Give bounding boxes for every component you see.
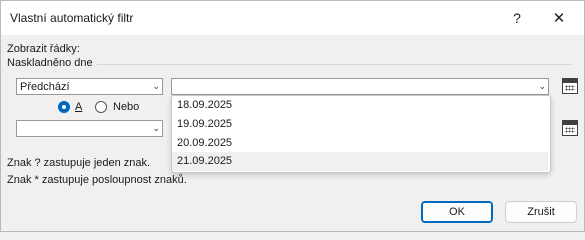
field-name-label: Naskladněno dne [7,57,93,69]
and-label[interactable]: A [75,101,82,113]
group-divider [97,64,571,65]
calendar-icon[interactable] [562,120,578,136]
list-item[interactable]: 18.09.2025 [172,96,548,115]
hint-multi-char: Znak * zastupuje posloupnost znaků. [7,174,187,186]
show-rows-label: Zobrazit řádky: [7,43,80,55]
value1-combobox[interactable]: ⌄ [171,78,549,95]
calendar-icon[interactable] [562,78,578,94]
operator2-select[interactable]: ⌄ [16,120,163,137]
or-radio[interactable] [95,101,107,113]
list-item[interactable]: 19.09.2025 [172,115,548,134]
help-button[interactable]: ? [497,3,537,33]
value1-dropdown-list: 18.09.2025 19.09.2025 20.09.2025 21.09.2… [171,95,551,173]
cancel-button[interactable]: Zrušit [505,201,577,223]
title-bar: Vlastní automatický filtr ? ✕ [1,1,584,35]
operator1-value: Předchází [20,81,70,93]
custom-autofilter-dialog: Vlastní automatický filtr ? ✕ Zobrazit ř… [0,0,585,232]
operator1-select[interactable]: Předchází ⌄ [16,78,163,95]
list-item[interactable]: 20.09.2025 [172,134,548,153]
chevron-down-icon[interactable]: ⌄ [538,81,546,92]
chevron-down-icon: ⌄ [152,123,160,133]
ok-button[interactable]: OK [421,201,493,223]
chevron-down-icon: ⌄ [152,81,160,91]
dialog-title: Vlastní automatický filtr [10,11,134,25]
hint-single-char: Znak ? zastupuje jeden znak. [7,157,151,169]
and-radio[interactable] [58,101,70,113]
or-label[interactable]: Nebo [113,101,139,113]
list-item-highlighted[interactable]: 21.09.2025 [172,152,548,171]
close-button[interactable]: ✕ [539,3,579,33]
